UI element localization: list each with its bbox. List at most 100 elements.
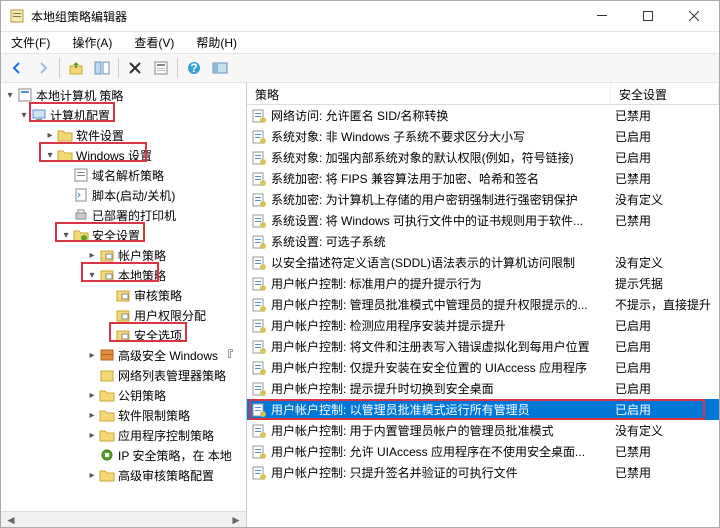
tree-network-list[interactable]: 网络列表管理器策略: [1, 365, 246, 385]
col-setting[interactable]: 安全设置: [611, 83, 719, 104]
list-row[interactable]: 系统对象: 加强内部系统对象的默认权限(例如，符号链接)已启用: [247, 147, 719, 168]
list-row[interactable]: 系统加密: 将 FIPS 兼容算法用于加密、哈希和签名已禁用: [247, 168, 719, 189]
menu-help[interactable]: 帮助(H): [192, 32, 241, 53]
policy-text: 用户帐户控制: 仅提升安装在安全位置的 UIAccess 应用程序: [271, 359, 615, 376]
tree-user-rights[interactable]: 用户权限分配: [1, 305, 246, 325]
tree-ipsec[interactable]: IP 安全策略，在 本地: [1, 445, 246, 465]
policy-folder-icon: [99, 247, 115, 263]
expand-icon[interactable]: ▾: [43, 150, 57, 161]
toolbar: ?: [1, 53, 719, 83]
delete-button[interactable]: [123, 56, 147, 80]
folder-icon: [99, 387, 115, 403]
close-button[interactable]: [671, 1, 717, 31]
properties-button[interactable]: [149, 56, 173, 80]
policy-text: 用户帐户控制: 检测应用程序安装并提示提升: [271, 317, 615, 334]
list-row[interactable]: 用户帐户控制: 检测应用程序安装并提示提升已启用: [247, 315, 719, 336]
policy-item-icon: [251, 255, 267, 271]
script-icon: [73, 187, 89, 203]
expand-icon[interactable]: ▸: [85, 430, 99, 441]
expand-icon[interactable]: ▸: [85, 350, 99, 361]
tree-root[interactable]: ▾ 本地计算机 策略: [1, 85, 246, 105]
list-row[interactable]: 系统加密: 为计算机上存储的用户密钥强制进行强密钥保护没有定义: [247, 189, 719, 210]
expand-icon[interactable]: ▸: [85, 390, 99, 401]
menu-action[interactable]: 操作(A): [68, 32, 116, 53]
tree-software-restriction[interactable]: ▸ 软件限制策略: [1, 405, 246, 425]
expand-icon[interactable]: ▸: [85, 250, 99, 261]
expand-icon[interactable]: ▸: [85, 470, 99, 481]
list-row[interactable]: 用户帐户控制: 用于内置管理员帐户的管理员批准模式没有定义: [247, 420, 719, 441]
col-policy[interactable]: 策略: [247, 83, 611, 104]
tree-scrollbar[interactable]: ◄►: [1, 511, 246, 527]
policy-item-icon: [251, 171, 267, 187]
setting-text: 已启用: [615, 128, 719, 145]
menu-file[interactable]: 文件(F): [7, 32, 54, 53]
maximize-button[interactable]: [625, 1, 671, 31]
policy-item-icon: [251, 444, 267, 460]
menu-view[interactable]: 查看(V): [130, 32, 178, 53]
svg-text:?: ?: [190, 61, 197, 75]
tree-windows-settings[interactable]: ▾ Windows 设置: [1, 145, 246, 165]
expand-icon[interactable]: ▾: [17, 110, 31, 121]
tree-local-policy[interactable]: ▾ 本地策略: [1, 265, 246, 285]
list-row[interactable]: 用户帐户控制: 提示提升时切换到安全桌面已启用: [247, 378, 719, 399]
expand-icon[interactable]: ▾: [3, 90, 17, 101]
network-icon: [99, 367, 115, 383]
tree-scripts[interactable]: 脚本(启动/关机): [1, 185, 246, 205]
tree-computer-config[interactable]: ▾ 计算机配置: [1, 105, 246, 125]
tree-audit-policy[interactable]: 审核策略: [1, 285, 246, 305]
help-button[interactable]: ?: [182, 56, 206, 80]
policy-item-icon: [251, 402, 267, 418]
setting-text: 已启用: [615, 380, 719, 397]
expand-icon[interactable]: ▾: [85, 270, 99, 281]
list-row[interactable]: 用户帐户控制: 标准用户的提升提示行为提示凭据: [247, 273, 719, 294]
list-header: 策略 安全设置: [247, 83, 719, 105]
list-row[interactable]: 系统设置: 将 Windows 可执行文件中的证书规则用于软件...已禁用: [247, 210, 719, 231]
tree-pane[interactable]: ▾ 本地计算机 策略 ▾ 计算机配置 ▸ 软件设置 ▾ Windows 设置 域…: [1, 83, 247, 527]
list-row[interactable]: 用户帐户控制: 仅提升安装在安全位置的 UIAccess 应用程序已启用: [247, 357, 719, 378]
policy-folder-icon: [99, 267, 115, 283]
setting-text: 已禁用: [615, 443, 719, 460]
extended-view-button[interactable]: [208, 56, 232, 80]
list-row[interactable]: 系统设置: 可选子系统: [247, 231, 719, 252]
tree-security-settings[interactable]: ▾ 安全设置: [1, 225, 246, 245]
minimize-button[interactable]: [579, 1, 625, 31]
list-row[interactable]: 用户帐户控制: 只提升签名并验证的可执行文件已禁用: [247, 462, 719, 483]
tree-app-control[interactable]: ▸ 应用程序控制策略: [1, 425, 246, 445]
list-body[interactable]: 网络访问: 允许匿名 SID/名称转换已禁用系统对象: 非 Windows 子系…: [247, 105, 719, 527]
main-area: ▾ 本地计算机 策略 ▾ 计算机配置 ▸ 软件设置 ▾ Windows 设置 域…: [1, 83, 719, 527]
expand-icon[interactable]: ▾: [59, 230, 73, 241]
back-button[interactable]: [5, 56, 29, 80]
firewall-icon: [99, 347, 115, 363]
up-level-button[interactable]: [64, 56, 88, 80]
list-row[interactable]: 用户帐户控制: 管理员批准模式中管理员的提升权限提示的...不提示，直接提升: [247, 294, 719, 315]
list-row[interactable]: 系统对象: 非 Windows 子系统不要求区分大小写已启用: [247, 126, 719, 147]
app-icon: [9, 8, 25, 24]
setting-text: 已启用: [615, 149, 719, 166]
expand-icon[interactable]: ▸: [43, 130, 57, 141]
policy-text: 系统设置: 将 Windows 可执行文件中的证书规则用于软件...: [271, 212, 615, 229]
setting-text: 已启用: [615, 317, 719, 334]
tree-security-options[interactable]: 安全选项: [1, 325, 246, 345]
tree-adv-windows[interactable]: ▸ 高级安全 Windows 『: [1, 345, 246, 365]
list-row[interactable]: 用户帐户控制: 以管理员批准模式运行所有管理员已启用: [247, 399, 719, 420]
tree-printers[interactable]: 已部署的打印机: [1, 205, 246, 225]
list-row[interactable]: 用户帐户控制: 将文件和注册表写入错误虚拟化到每用户位置已启用: [247, 336, 719, 357]
list-row[interactable]: 用户帐户控制: 允许 UIAccess 应用程序在不使用安全桌面...已禁用: [247, 441, 719, 462]
tree-public-key[interactable]: ▸ 公钥策略: [1, 385, 246, 405]
tree-dns-policy[interactable]: 域名解析策略: [1, 165, 246, 185]
policy-item-icon: [251, 129, 267, 145]
setting-text: 已启用: [615, 359, 719, 376]
tree-adv-audit[interactable]: ▸ 高级审核策略配置: [1, 465, 246, 485]
list-row[interactable]: 网络访问: 允许匿名 SID/名称转换已禁用: [247, 105, 719, 126]
policy-item-icon: [251, 318, 267, 334]
policy-folder-icon: [115, 307, 131, 323]
list-row[interactable]: 以安全描述符定义语言(SDDL)语法表示的计算机访问限制没有定义: [247, 252, 719, 273]
tree-software-settings[interactable]: ▸ 软件设置: [1, 125, 246, 145]
setting-text: 提示凭据: [615, 275, 719, 292]
show-hide-tree-button[interactable]: [90, 56, 114, 80]
setting-text: 已禁用: [615, 464, 719, 481]
forward-button[interactable]: [31, 56, 55, 80]
expand-icon[interactable]: ▸: [85, 410, 99, 421]
tree-account-policy[interactable]: ▸ 帐户策略: [1, 245, 246, 265]
policy-item-icon: [251, 234, 267, 250]
